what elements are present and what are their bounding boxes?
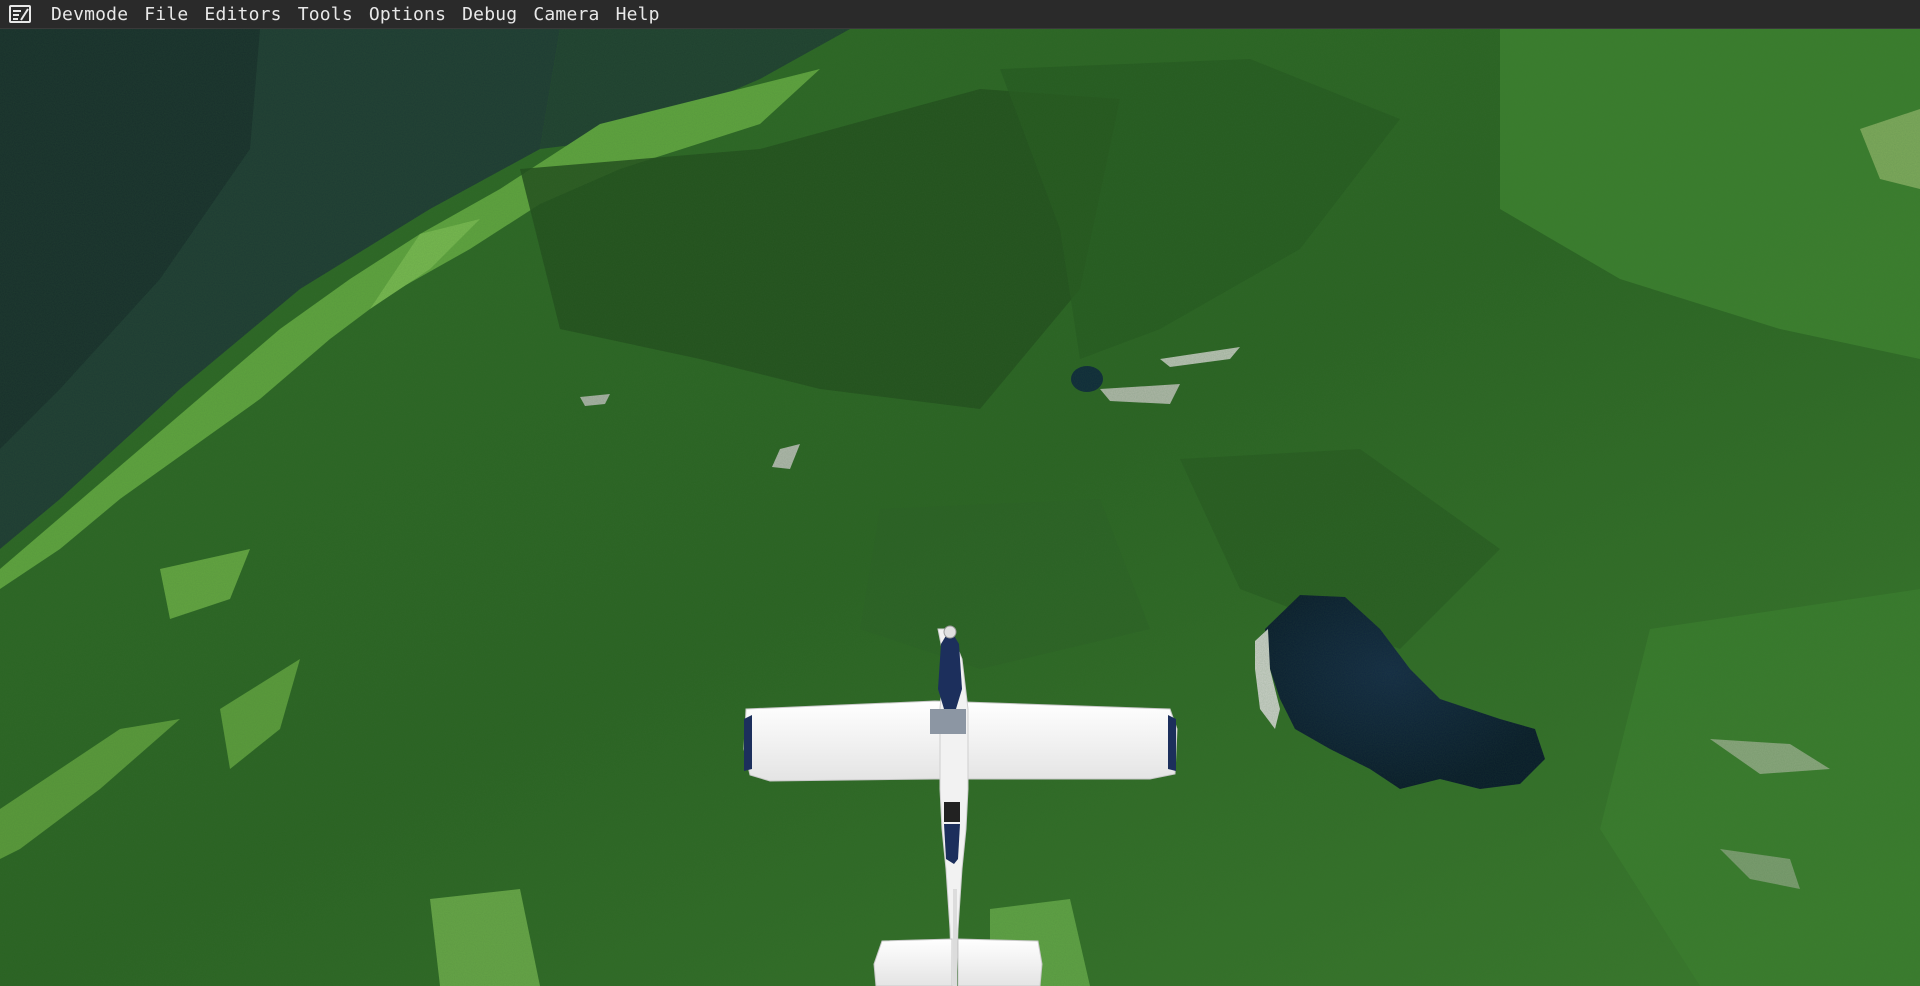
menu-debug[interactable]: Debug <box>454 0 525 29</box>
devmode-editor-icon[interactable] <box>9 5 31 23</box>
menu-devmode[interactable]: Devmode <box>43 0 136 29</box>
menu-options[interactable]: Options <box>361 0 454 29</box>
aircraft-tail-stripe <box>944 824 960 864</box>
aircraft-vertical-stab <box>953 889 957 986</box>
aircraft-tail-right <box>957 938 1043 986</box>
menu-help[interactable]: Help <box>608 0 668 29</box>
wing-tip-left <box>744 715 752 771</box>
menu-bar: Devmode File Editors Tools Options Debug… <box>0 0 1920 29</box>
aircraft-rear-window <box>944 802 960 822</box>
menu-editors[interactable]: Editors <box>196 0 289 29</box>
aircraft-cowling <box>938 634 962 709</box>
aircraft-canopy <box>930 709 966 734</box>
aircraft-tail-left <box>873 938 953 986</box>
terrain-scene <box>0 29 1920 986</box>
wing-tip-right <box>1168 715 1176 771</box>
propeller-spinner <box>943 625 957 639</box>
simulator-viewport[interactable] <box>0 29 1920 986</box>
menu-tools[interactable]: Tools <box>290 0 361 29</box>
menu-file[interactable]: File <box>136 0 196 29</box>
menu-camera[interactable]: Camera <box>525 0 607 29</box>
